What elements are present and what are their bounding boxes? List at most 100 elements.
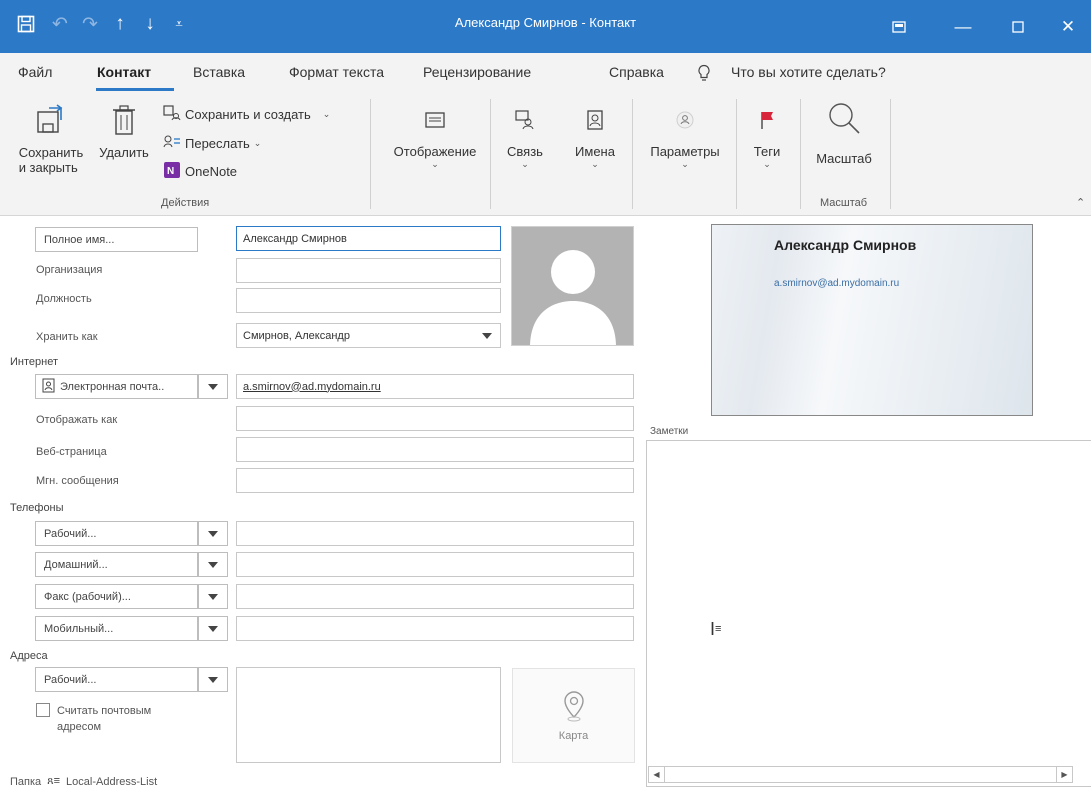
tab-file[interactable]: Файл	[18, 64, 52, 80]
ribbon: Сохранить и закрыть Удалить Сохранить и …	[0, 93, 1091, 216]
save-new-button[interactable]: Сохранить и создать ⌄	[163, 105, 330, 124]
ribbon-separator	[632, 99, 633, 209]
phone-fax-dropdown[interactable]	[198, 584, 228, 609]
ribbon-separator	[736, 99, 737, 209]
contact-photo[interactable]	[511, 226, 634, 346]
save-new-icon	[163, 105, 181, 124]
delete-button[interactable]: Удалить	[96, 103, 152, 160]
phone-home-field[interactable]	[236, 552, 634, 577]
forward-icon	[163, 134, 181, 153]
show-button[interactable]: Отображение ⌄	[380, 103, 490, 170]
folder-name: Local-Address-List	[66, 775, 158, 788]
card-email: a.smirnov@ad.mydomain.ru	[774, 278, 900, 289]
tab-insert[interactable]: Вставка	[193, 64, 245, 80]
forward-button[interactable]: Переслать ⌄	[163, 134, 261, 153]
tab-help[interactable]: Справка	[609, 64, 664, 80]
tab-format-text[interactable]: Формат текста	[289, 64, 384, 80]
tab-contact[interactable]: Контакт	[97, 64, 151, 80]
phone-home-button[interactable]: Домашний...	[35, 552, 198, 577]
display-as-label: Отображать как	[36, 414, 118, 426]
chevron-down-icon	[208, 383, 218, 390]
save-close-icon	[34, 103, 68, 137]
internet-section-label: Интернет	[10, 356, 58, 368]
phones-section-label: Телефоны	[10, 502, 64, 514]
address-type-dropdown[interactable]	[198, 667, 228, 692]
chevron-down-icon: ⌄	[591, 159, 599, 169]
web-page-field[interactable]	[236, 437, 634, 462]
ribbon-separator	[370, 99, 371, 209]
save-close-button[interactable]: Сохранить и закрыть	[8, 103, 94, 175]
group-actions-label: Действия	[161, 197, 210, 209]
phone-business-button[interactable]: Рабочий...	[35, 521, 198, 546]
chevron-down-icon: ⌄	[763, 159, 771, 169]
company-label: Организация	[36, 264, 103, 276]
tell-me-search[interactable]: Что вы хотите сделать?	[731, 64, 886, 80]
zoom-button[interactable]: Масштаб	[806, 99, 882, 166]
full-name-field[interactable]: Александр Смирнов	[236, 226, 501, 251]
options-button[interactable]: Параметры ⌄	[640, 103, 730, 170]
file-as-select[interactable]: Смирнов, Александр	[236, 323, 501, 348]
title-bar: ↶ ↷ ↑ ↓ ⩡ Александр Смирнов - Контакт — …	[0, 0, 1091, 53]
notes-area[interactable]	[646, 440, 1091, 787]
phone-mobile-field[interactable]	[236, 616, 634, 641]
chevron-down-icon	[208, 530, 218, 537]
folder-label: Папка	[10, 775, 42, 788]
communicate-button[interactable]: Связь ⌄	[497, 103, 553, 170]
chevron-down-icon	[208, 593, 218, 600]
ribbon-separator	[800, 99, 801, 209]
window-title: Александр Смирнов - Контакт	[454, 15, 637, 30]
maximize-button[interactable]	[995, 0, 1041, 53]
notes-label: Заметки	[650, 426, 689, 437]
address-field[interactable]	[236, 667, 501, 763]
magnifier-icon	[824, 99, 864, 139]
email-button[interactable]: Электронная почта..	[35, 374, 198, 399]
phone-fax-field[interactable]	[236, 584, 634, 609]
chevron-down-icon: ⌄	[521, 159, 529, 169]
names-button[interactable]: Имена ⌄	[565, 103, 625, 170]
minimize-button[interactable]: —	[940, 0, 986, 53]
communicate-icon	[508, 103, 542, 137]
onenote-button[interactable]: N OneNote	[163, 161, 237, 182]
full-name-button[interactable]: Полное имя...	[35, 227, 198, 252]
tags-button[interactable]: Теги ⌄	[742, 103, 792, 170]
address-list-icon: ጸ≡	[47, 775, 61, 787]
group-zoom-label: Масштаб	[820, 197, 868, 209]
chevron-down-icon: ⌄	[681, 159, 689, 169]
phone-business-dropdown[interactable]	[198, 521, 228, 546]
ribbon-separator	[490, 99, 491, 209]
map-button[interactable]: Карта	[512, 668, 635, 763]
notes-horizontal-scrollbar[interactable]: ◀ ▶	[648, 766, 1073, 783]
lightbulb-icon	[697, 64, 711, 85]
options-icon	[668, 103, 702, 137]
phone-home-dropdown[interactable]	[198, 552, 228, 577]
business-card[interactable]: Александр Смирнов a.smirnov@ad.mydomain.…	[711, 224, 1033, 416]
company-field[interactable]	[236, 258, 501, 283]
chevron-down-icon: ⌄	[253, 138, 262, 148]
flag-icon	[750, 103, 784, 137]
email-type-dropdown[interactable]	[198, 374, 228, 399]
active-tab-indicator	[96, 88, 174, 91]
collapse-ribbon-icon[interactable]: ⌃	[1076, 196, 1085, 209]
file-as-value: Смирнов, Александр	[243, 329, 350, 342]
phone-business-field[interactable]	[236, 521, 634, 546]
person-silhouette-icon	[530, 250, 616, 345]
chevron-down-icon	[208, 561, 218, 568]
tab-review[interactable]: Рецензирование	[423, 64, 531, 80]
im-address-field[interactable]	[236, 468, 634, 493]
scroll-left-icon[interactable]: ◀	[649, 767, 665, 782]
email-field[interactable]: a.smirnov@ad.mydomain.ru	[236, 374, 634, 399]
job-title-field[interactable]	[236, 288, 501, 313]
display-as-field[interactable]	[236, 406, 634, 431]
phone-mobile-dropdown[interactable]	[198, 616, 228, 641]
address-card-icon	[42, 378, 55, 396]
close-button[interactable]: ✕	[1045, 0, 1091, 53]
phone-fax-button[interactable]: Факс (рабочий)...	[35, 584, 198, 609]
address-book-icon	[578, 103, 612, 137]
chevron-down-icon: ⌄	[431, 159, 439, 169]
address-type-button[interactable]: Рабочий...	[35, 667, 198, 692]
ribbon-display-icon[interactable]	[876, 0, 922, 53]
folder-row: Папка ጸ≡ Local-Address-List	[10, 775, 157, 788]
phone-mobile-button[interactable]: Мобильный...	[35, 616, 198, 641]
mailing-address-checkbox[interactable]	[36, 703, 50, 717]
scroll-right-icon[interactable]: ▶	[1056, 767, 1072, 782]
